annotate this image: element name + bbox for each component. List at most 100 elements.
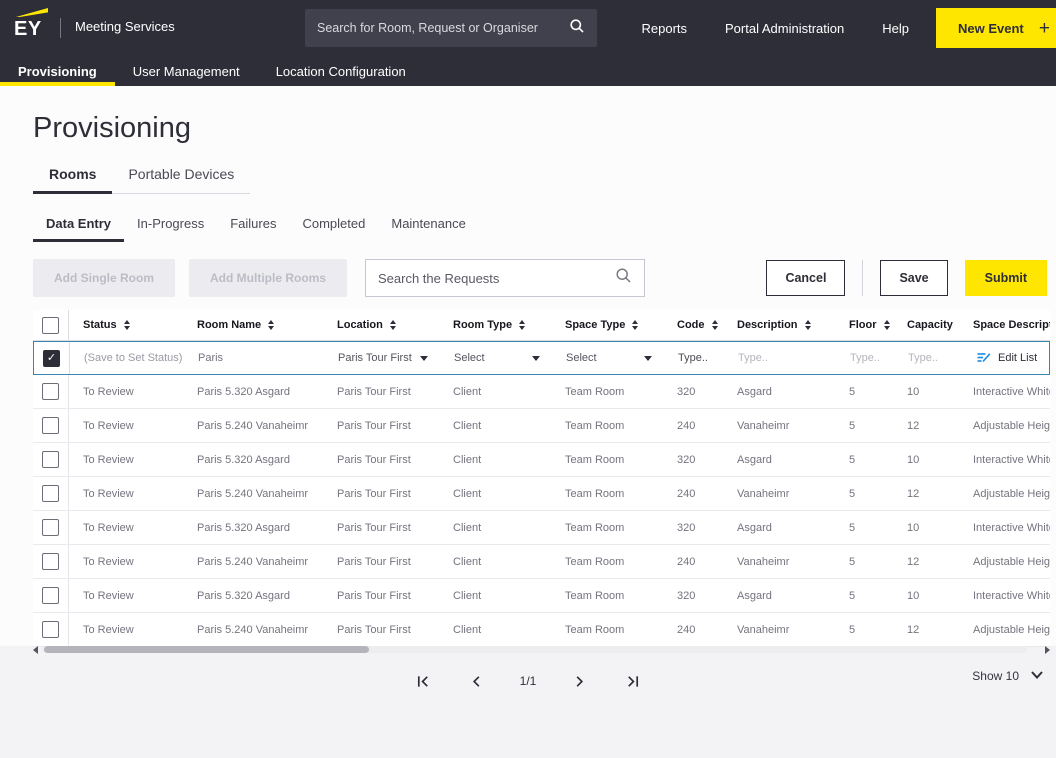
scrollbar-track[interactable] [42, 646, 1027, 653]
sort-icon[interactable] [884, 320, 890, 330]
add-multiple-rooms-button[interactable]: Add Multiple Rooms [189, 259, 347, 297]
new-event-label: New Event [958, 21, 1024, 36]
tab-rooms[interactable]: Rooms [33, 166, 112, 194]
previous-page-button[interactable] [467, 672, 486, 691]
save-button[interactable]: Save [880, 260, 947, 296]
column-header-status[interactable]: Status [69, 319, 183, 331]
floor-input[interactable]: Type.. [836, 352, 894, 364]
tab-in-progress[interactable]: In-Progress [124, 216, 217, 242]
nav-item-provisioning[interactable]: Provisioning [0, 56, 115, 86]
tab-data-entry[interactable]: Data Entry [33, 216, 124, 242]
room-type-dropdown[interactable]: Select [440, 342, 552, 374]
table-row[interactable]: To Review Paris 5.320 Asgard Paris Tour … [33, 579, 1050, 613]
column-header-code[interactable]: Code [663, 319, 723, 331]
cell-location: Paris Tour First [323, 590, 439, 602]
select-all-checkbox[interactable] [42, 317, 59, 334]
scroll-left-arrow-icon[interactable] [33, 646, 38, 654]
sort-icon[interactable] [712, 320, 718, 330]
row-checkbox[interactable] [42, 417, 59, 434]
row-checkbox[interactable] [42, 621, 59, 638]
search-icon[interactable] [569, 18, 585, 39]
column-header-location[interactable]: Location [323, 319, 439, 331]
cell-space-description: Adjustable Height Ta [959, 624, 1050, 636]
add-single-room-button[interactable]: Add Single Room [33, 259, 175, 297]
sort-icon[interactable] [519, 320, 525, 330]
sort-icon[interactable] [124, 320, 130, 330]
scrollbar-thumb[interactable] [44, 646, 369, 653]
cell-space-type: Team Room [551, 590, 663, 602]
space-type-dropdown[interactable]: Select [552, 342, 664, 374]
page-size-select[interactable]: Show 10 [972, 669, 1044, 683]
nav-item-user-management[interactable]: User Management [115, 56, 258, 86]
requests-search-input[interactable] [378, 271, 615, 286]
menu-item-help[interactable]: Help [882, 21, 909, 36]
column-header-room-name[interactable]: Room Name [183, 319, 323, 331]
first-page-button[interactable] [414, 672, 433, 691]
column-label: Room Type [453, 319, 512, 331]
column-header-space-type[interactable]: Space Type [551, 319, 663, 331]
location-dropdown[interactable]: Paris Tour First [324, 342, 440, 374]
column-header-floor[interactable]: Floor [835, 319, 893, 331]
table-row[interactable]: To Review Paris 5.240 Vanaheimr Paris To… [33, 545, 1050, 579]
cell-description: Asgard [723, 454, 835, 466]
scroll-right-arrow-icon[interactable] [1045, 646, 1050, 654]
column-header-description[interactable]: Description [723, 319, 835, 331]
nav-item-location-configuration[interactable]: Location Configuration [258, 56, 424, 86]
cell-room-name: Paris 5.240 Vanaheimr [183, 420, 323, 432]
capacity-input[interactable]: Type.. [894, 352, 960, 364]
next-page-button[interactable] [570, 672, 589, 691]
row-checkbox-checked[interactable]: ✓ [43, 350, 60, 367]
row-checkbox[interactable] [42, 587, 59, 604]
last-page-button[interactable] [623, 672, 642, 691]
sort-icon[interactable] [390, 320, 396, 330]
column-header-space-description[interactable]: Space Description [959, 319, 1050, 331]
row-checkbox[interactable] [42, 553, 59, 570]
description-input[interactable]: Type.. [724, 352, 836, 364]
row-checkbox[interactable] [42, 451, 59, 468]
column-header-capacity[interactable]: Capacity [893, 319, 959, 331]
plus-icon: + [1039, 19, 1050, 38]
code-input[interactable]: Type.. [664, 352, 724, 364]
edit-row: ✓ (Save to Set Status) Paris Paris Tour … [33, 341, 1050, 375]
ey-logo[interactable]: EY [14, 8, 48, 40]
page-title: Provisioning [33, 112, 191, 145]
cell-capacity: 12 [893, 556, 959, 568]
submit-button[interactable]: Submit [965, 260, 1047, 296]
cell-space-description: Interactive Whiteboa [959, 386, 1050, 398]
table-row[interactable]: To Review Paris 5.240 Vanaheimr Paris To… [33, 477, 1050, 511]
tab-failures[interactable]: Failures [217, 216, 289, 242]
table-row[interactable]: To Review Paris 5.320 Asgard Paris Tour … [33, 511, 1050, 545]
column-header-room-type[interactable]: Room Type [439, 319, 551, 331]
cell-description: Vanaheimr [723, 624, 835, 636]
edit-list-button[interactable]: Edit List [960, 350, 1049, 367]
cancel-button[interactable]: Cancel [766, 260, 845, 296]
table-row[interactable]: To Review Paris 5.240 Vanaheimr Paris To… [33, 613, 1050, 647]
row-checkbox[interactable] [42, 519, 59, 536]
sort-icon[interactable] [805, 320, 811, 330]
table-row[interactable]: To Review Paris 5.240 Vanaheimr Paris To… [33, 409, 1050, 443]
cell-status: (Save to Set Status) [70, 352, 184, 364]
sort-icon[interactable] [268, 320, 274, 330]
tab-completed[interactable]: Completed [289, 216, 378, 242]
search-icon[interactable] [615, 267, 632, 289]
tab-portable-devices[interactable]: Portable Devices [112, 166, 250, 194]
table-row[interactable]: To Review Paris 5.320 Asgard Paris Tour … [33, 375, 1050, 409]
row-checkbox[interactable] [42, 383, 59, 400]
cell-room-name: Paris 5.320 Asgard [183, 386, 323, 398]
column-label: Space Description [973, 319, 1050, 331]
app-name: Meeting Services [75, 19, 175, 34]
requests-search[interactable] [365, 259, 645, 297]
menu-item-portal-administration[interactable]: Portal Administration [725, 21, 844, 36]
cell-room-name: Paris 5.240 Vanaheimr [183, 624, 323, 636]
cell-room-name: Paris 5.240 Vanaheimr [183, 556, 323, 568]
global-search[interactable] [305, 9, 597, 47]
row-checkbox[interactable] [42, 485, 59, 502]
global-search-input[interactable] [317, 21, 569, 35]
new-event-button[interactable]: New Event + [936, 8, 1056, 48]
tab-maintenance[interactable]: Maintenance [378, 216, 478, 242]
menu-item-reports[interactable]: Reports [641, 21, 687, 36]
row-select-cell [33, 511, 69, 544]
table-row[interactable]: To Review Paris 5.320 Asgard Paris Tour … [33, 443, 1050, 477]
sort-icon[interactable] [632, 320, 638, 330]
cell-code: 240 [663, 624, 723, 636]
